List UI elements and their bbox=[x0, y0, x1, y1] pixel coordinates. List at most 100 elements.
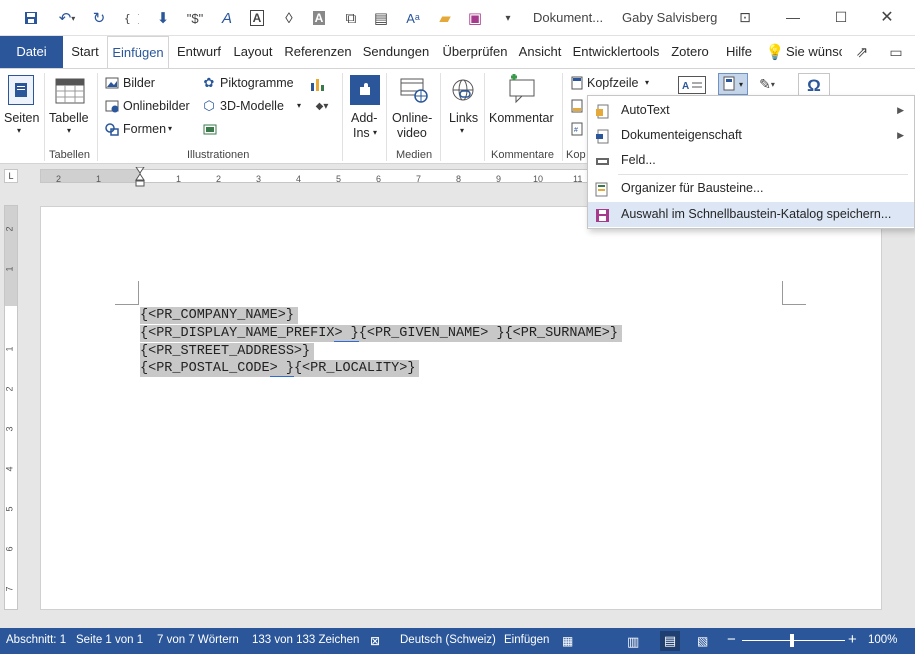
tab-file[interactable]: Datei bbox=[0, 36, 63, 68]
pages-dropdown-icon[interactable]: ▾ bbox=[17, 126, 21, 135]
pictures-icon[interactable] bbox=[105, 76, 119, 90]
tab-view[interactable]: Ansicht bbox=[516, 36, 564, 68]
print-layout-icon[interactable]: ▤ bbox=[660, 631, 680, 651]
menu-item-field[interactable]: Feld... bbox=[588, 148, 914, 173]
book-icon[interactable]: ▤ bbox=[370, 7, 392, 29]
copy-icon[interactable]: ⧉ bbox=[340, 7, 362, 29]
macro-recording-icon[interactable]: ▦ bbox=[562, 634, 573, 648]
share-icon[interactable]: ⇗ bbox=[852, 43, 872, 61]
shapes-icon[interactable] bbox=[105, 122, 119, 136]
screenshot-icon[interactable] bbox=[202, 122, 218, 136]
save-as-icon[interactable]: ▣ bbox=[464, 7, 486, 29]
online-pictures-button[interactable]: Onlinebilder bbox=[123, 99, 190, 113]
textbox-icon[interactable]: A bbox=[678, 76, 706, 94]
online-video-icon[interactable] bbox=[398, 75, 430, 105]
tab-start[interactable]: Start bbox=[64, 36, 106, 68]
table-button[interactable]: Tabelle bbox=[49, 111, 89, 125]
user-name[interactable]: Gaby Salvisberg bbox=[622, 10, 717, 25]
links-dropdown-icon[interactable]: ▾ bbox=[460, 126, 464, 135]
page-number-icon[interactable]: # bbox=[570, 122, 584, 136]
addins-label-1[interactable]: Add- bbox=[351, 111, 377, 125]
online-pictures-icon[interactable] bbox=[105, 99, 119, 113]
table-icon[interactable] bbox=[54, 77, 86, 105]
smartart-icon[interactable]: ◆▾ bbox=[309, 99, 335, 113]
doc-line-company[interactable]: {<PR_COMPANY_NAME>} bbox=[140, 307, 298, 324]
online-video-label-2[interactable]: video bbox=[397, 126, 427, 140]
shaded-a-icon[interactable]: A bbox=[308, 7, 330, 29]
tab-insert[interactable]: Einfügen bbox=[107, 36, 169, 69]
quick-parts-icon[interactable]: ▾ bbox=[718, 73, 748, 95]
undo-icon[interactable]: ↶ ▾ bbox=[52, 7, 82, 29]
tab-review[interactable]: Überprüfen bbox=[437, 36, 513, 68]
3d-models-icon[interactable]: ⬡ bbox=[202, 98, 216, 113]
header-dropdown-icon[interactable]: ▾ bbox=[645, 78, 649, 87]
shapes-button[interactable]: Formen bbox=[123, 122, 166, 136]
addins-dropdown-icon[interactable]: ▾ bbox=[373, 128, 377, 137]
3d-models-button[interactable]: 3D-Modelle bbox=[220, 99, 284, 113]
tab-layout[interactable]: Layout bbox=[230, 36, 276, 68]
maximize-icon[interactable]: ☐ bbox=[824, 4, 858, 30]
zoom-in-icon[interactable]: + bbox=[848, 631, 857, 648]
vertical-ruler[interactable]: 2 1 1 2 3 4 5 6 7 bbox=[4, 205, 18, 610]
status-chars[interactable]: 133 von 133 Zeichen bbox=[252, 634, 359, 646]
indent-marker-icon[interactable] bbox=[135, 166, 145, 187]
read-mode-icon[interactable]: ▥ bbox=[627, 634, 639, 650]
arrow-down-icon[interactable]: ⬇ bbox=[152, 7, 174, 29]
close-icon[interactable]: ✕ bbox=[870, 4, 904, 30]
customize-qat-icon[interactable]: ▾ bbox=[497, 7, 519, 29]
tab-selector-icon[interactable]: L bbox=[4, 169, 18, 183]
document-page[interactable] bbox=[40, 206, 882, 610]
comment-button[interactable]: Kommentar bbox=[489, 111, 554, 125]
status-section[interactable]: Abschnitt: 1 bbox=[6, 634, 66, 646]
zoom-level[interactable]: 100% bbox=[868, 634, 897, 646]
header-button[interactable]: Kopfzeile bbox=[587, 76, 638, 90]
comments-icon[interactable]: ▭ bbox=[886, 43, 906, 61]
zoom-out-icon[interactable]: − bbox=[727, 631, 736, 648]
addins-icon[interactable] bbox=[350, 75, 380, 105]
zoom-slider-thumb[interactable] bbox=[790, 634, 794, 647]
online-video-label-1[interactable]: Online- bbox=[392, 111, 432, 125]
shapes-dropdown-icon[interactable]: ▾ bbox=[168, 124, 172, 133]
tab-developer[interactable]: Entwicklertools bbox=[570, 36, 662, 68]
folder-icon[interactable]: ▰ bbox=[434, 7, 456, 29]
minimize-icon[interactable]: — bbox=[776, 4, 810, 30]
tab-design[interactable]: Entwurf bbox=[172, 36, 226, 68]
menu-item-document-property[interactable]: Dokumenteigenschaft ▶ bbox=[588, 123, 914, 148]
web-layout-icon[interactable]: ▧ bbox=[697, 634, 708, 648]
proofing-icon[interactable]: ⊠ bbox=[370, 634, 380, 648]
field-codes-icon[interactable]: { } bbox=[120, 7, 142, 29]
menu-item-building-blocks-organizer[interactable]: Organizer für Bausteine... bbox=[588, 176, 914, 201]
status-language[interactable]: Deutsch (Schweiz) bbox=[400, 634, 496, 646]
tell-me-search[interactable]: Sie wünsc bbox=[786, 36, 842, 68]
addins-label-2[interactable]: Ins bbox=[353, 126, 370, 140]
format-painter-icon[interactable]: A bbox=[216, 7, 238, 29]
footer-icon[interactable] bbox=[570, 99, 584, 113]
pages-button[interactable]: Seiten bbox=[4, 111, 39, 125]
links-icon[interactable] bbox=[448, 75, 478, 105]
horizontal-ruler[interactable]: 2 1 1 2 3 4 5 6 7 8 9 10 11 bbox=[40, 166, 615, 187]
links-button[interactable]: Links bbox=[449, 111, 478, 125]
comment-icon[interactable] bbox=[505, 73, 539, 105]
doc-line-name[interactable]: {<PR_DISPLAY_NAME_PREFIX> }{<PR_GIVEN_NA… bbox=[140, 325, 622, 342]
wordart-icon[interactable]: ✎ ▾ bbox=[752, 75, 782, 93]
pages-icon[interactable] bbox=[8, 75, 34, 105]
menu-item-autotext[interactable]: AutoText ▶ bbox=[588, 98, 914, 123]
pictures-button[interactable]: Bilder bbox=[123, 76, 155, 90]
table-dropdown-icon[interactable]: ▾ bbox=[67, 126, 71, 135]
icons-button[interactable]: Piktogramme bbox=[220, 76, 294, 90]
ribbon-display-icon[interactable]: ⊡ bbox=[728, 4, 762, 30]
save-icon[interactable] bbox=[20, 7, 42, 29]
text-box-icon[interactable]: A bbox=[246, 7, 268, 29]
icons-icon[interactable]: ✿ bbox=[202, 75, 216, 90]
menu-item-save-selection-to-gallery[interactable]: Auswahl im Schnellbaustein-Katalog speic… bbox=[588, 202, 914, 227]
status-page[interactable]: Seite 1 von 1 bbox=[76, 634, 143, 646]
dollar-quote-icon[interactable]: "$" bbox=[182, 7, 208, 29]
chart-icon[interactable] bbox=[309, 76, 325, 92]
3d-models-dropdown-icon[interactable]: ▾ bbox=[297, 101, 301, 110]
font-size-icon[interactable]: Aᵃ bbox=[402, 7, 424, 29]
tab-help[interactable]: Hilfe bbox=[721, 36, 757, 68]
tab-zotero[interactable]: Zotero bbox=[668, 36, 712, 68]
doc-line-street[interactable]: {<PR_STREET_ADDRESS>} bbox=[140, 343, 315, 360]
redo-icon[interactable]: ↻ bbox=[88, 7, 110, 29]
status-mode[interactable]: Einfügen bbox=[504, 634, 549, 646]
